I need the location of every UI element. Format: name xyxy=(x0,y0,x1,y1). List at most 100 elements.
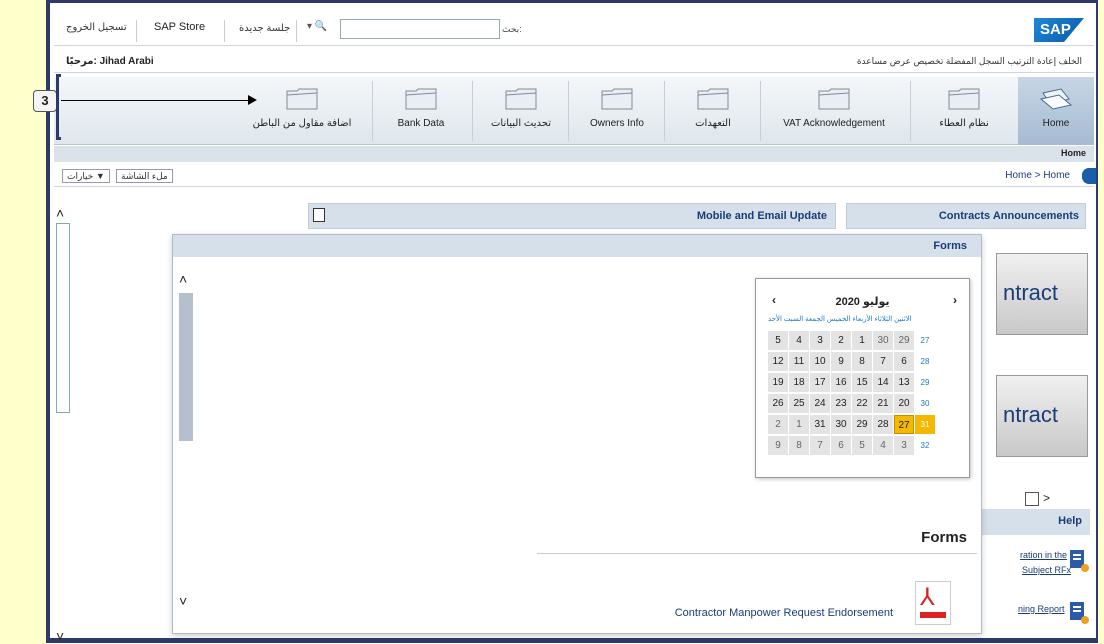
calendar-day[interactable]: 24 xyxy=(810,394,830,413)
calendar-day[interactable]: 1 xyxy=(789,415,809,434)
search-scope-dropdown[interactable]: ▾ 🔍 xyxy=(307,21,327,32)
toolbar-menu[interactable]: الخلف إعادة الترتيب السجل المفضلة تخصيص … xyxy=(857,56,1082,67)
calendar-day[interactable]: 10 xyxy=(810,352,830,371)
next-month-button[interactable]: › xyxy=(953,293,957,307)
calendar-day-selected[interactable]: 27 xyxy=(894,415,914,434)
user-bar: مرحبًا: Jihad Arabi الخلف إعادة الترتيب … xyxy=(54,53,1094,73)
left-scrollbar[interactable] xyxy=(56,223,70,413)
divider xyxy=(760,81,761,141)
calendar-day[interactable]: 9 xyxy=(831,352,851,371)
divider xyxy=(472,81,473,141)
calendar-day[interactable]: 18 xyxy=(789,373,809,392)
calendar-day[interactable]: 14 xyxy=(873,373,893,392)
calendar-day[interactable]: 20 xyxy=(894,394,914,413)
nav-label: Bank Data xyxy=(397,118,445,129)
scroll-up-icon[interactable]: ˄ xyxy=(179,271,187,287)
calendar-day[interactable]: 30 xyxy=(873,331,893,350)
calendar-day[interactable]: 25 xyxy=(789,394,809,413)
calendar-day[interactable]: 7 xyxy=(873,352,893,371)
folder-icon xyxy=(818,88,850,110)
scroll-down-icon[interactable]: ˅ xyxy=(179,593,187,609)
calendar-day[interactable]: 31 xyxy=(810,415,830,434)
contract-card[interactable]: ntract xyxy=(996,375,1088,457)
logout-link[interactable]: تسجيل الخروج xyxy=(66,22,127,33)
calendar-day[interactable]: 4 xyxy=(789,331,809,350)
breadcrumb[interactable]: Home > Home xyxy=(1005,170,1070,181)
week-number: 28 xyxy=(920,357,930,366)
dialog-scrollbar[interactable] xyxy=(179,293,193,441)
date-picker-popup: ‹ يوليو 2020 › الاثنين الثلاثاء الأربعاء… xyxy=(755,278,970,478)
calendar-day[interactable]: 23 xyxy=(831,394,851,413)
calendar-day[interactable]: 21 xyxy=(873,394,893,413)
calendar-day[interactable]: 2 xyxy=(768,415,788,434)
calendar-day[interactable]: 6 xyxy=(831,436,851,455)
calendar-day[interactable]: 13 xyxy=(894,373,914,392)
pager[interactable]: > xyxy=(1025,491,1050,506)
contract-card[interactable]: ntract xyxy=(996,253,1088,335)
calendar-day[interactable]: 29 xyxy=(894,331,914,350)
calendar-day[interactable]: 6 xyxy=(894,352,914,371)
calendar-day[interactable]: 29 xyxy=(852,415,872,434)
calendar-day[interactable]: 22 xyxy=(852,394,872,413)
calendar-day[interactable]: 2 xyxy=(831,331,851,350)
sap-store-link[interactable]: SAP Store xyxy=(154,21,205,33)
second-level-nav: Home xyxy=(54,146,1094,162)
browser-frame: تسجيل الخروج SAP Store جلسة جديدة ▾ 🔍 بح… xyxy=(46,0,1098,644)
folder-icon xyxy=(286,88,318,110)
calendar-day[interactable]: 12 xyxy=(768,352,788,371)
contract-card-text: ntract xyxy=(1003,402,1059,427)
forms-heading: Forms xyxy=(921,529,967,546)
calendar-day[interactable]: 3 xyxy=(894,436,914,455)
top-level-nav: اضافة مقاول من الباطن Bank Data تحديث ال… xyxy=(54,77,1094,145)
full-screen-button[interactable]: ملء الشاشة xyxy=(116,169,173,183)
calendar-day[interactable]: 15 xyxy=(852,373,872,392)
nav-item-bank-data[interactable]: Bank Data xyxy=(376,77,466,145)
scroll-down-icon[interactable]: ˅ xyxy=(56,628,64,644)
calendar-day[interactable]: 16 xyxy=(831,373,851,392)
calendar-day[interactable]: 28 xyxy=(873,415,893,434)
calendar-day[interactable]: 5 xyxy=(768,331,788,350)
calendar-day-names: الاثنين الثلاثاء الأربعاء الخميس الجمعة … xyxy=(768,316,912,323)
search-input[interactable] xyxy=(340,19,500,39)
checkbox-icon[interactable] xyxy=(1025,491,1039,506)
calendar-day[interactable]: 4 xyxy=(873,436,893,455)
nav-item-owners-info[interactable]: Owners Info xyxy=(572,77,662,145)
nav-label: Owners Info xyxy=(590,118,644,129)
calendar-day[interactable]: 17 xyxy=(810,373,830,392)
nav-item-home[interactable]: Home xyxy=(1018,77,1094,145)
calendar-day[interactable]: 5 xyxy=(852,436,872,455)
divider xyxy=(664,81,665,141)
calendar-day[interactable]: 11 xyxy=(789,352,809,371)
help-link[interactable]: ning Report xyxy=(1018,604,1065,614)
calendar-day[interactable]: 19 xyxy=(768,373,788,392)
options-button[interactable]: خيارات ▼ xyxy=(62,169,110,183)
pdf-icon[interactable]: ⅄ xyxy=(915,581,951,625)
calendar-day[interactable]: 1 xyxy=(852,331,872,350)
calendar-day[interactable]: 9 xyxy=(768,436,788,455)
minimize-icon[interactable] xyxy=(313,208,325,222)
nav-item-update-data[interactable]: تحديث البيانات xyxy=(476,77,566,145)
calendar-day[interactable]: 8 xyxy=(789,436,809,455)
nav-item-bidding-system[interactable]: نظام العطاء xyxy=(914,77,1014,145)
calendar-day[interactable]: 3 xyxy=(810,331,830,350)
nav-item-vat-acknowledgement[interactable]: VAT Acknowledgement xyxy=(764,77,904,145)
next-icon[interactable]: > xyxy=(1043,491,1050,505)
calendar-day[interactable]: 30 xyxy=(831,415,851,434)
nav-item-add-subcontractor[interactable]: اضافة مقاول من الباطن xyxy=(242,77,362,145)
breadcrumb-bar: خيارات ▼ ملء الشاشة Home > Home xyxy=(54,165,1096,187)
calendar-day[interactable]: 8 xyxy=(852,352,872,371)
dialog-title: Forms xyxy=(933,240,967,252)
contractor-manpower-form-link[interactable]: Contractor Manpower Request Endorsement xyxy=(675,607,893,619)
help-link[interactable]: ration in the xyxy=(1020,550,1067,560)
nav-item-undertakings[interactable]: التعهدات xyxy=(668,77,758,145)
week-number: 30 xyxy=(920,399,930,408)
help-link[interactable]: Subject RFx xyxy=(1022,565,1071,575)
scroll-up-icon[interactable]: ˄ xyxy=(56,205,64,221)
portlet-title: Mobile and Email Update xyxy=(696,210,827,222)
calendar-day[interactable]: 7 xyxy=(810,436,830,455)
folder-icon xyxy=(697,88,729,110)
subnav-item-home[interactable]: Home xyxy=(1061,148,1086,158)
new-session-link[interactable]: جلسة جديدة xyxy=(239,23,290,34)
calendar-day[interactable]: 26 xyxy=(768,394,788,413)
collapse-tab-icon[interactable] xyxy=(1082,168,1096,184)
